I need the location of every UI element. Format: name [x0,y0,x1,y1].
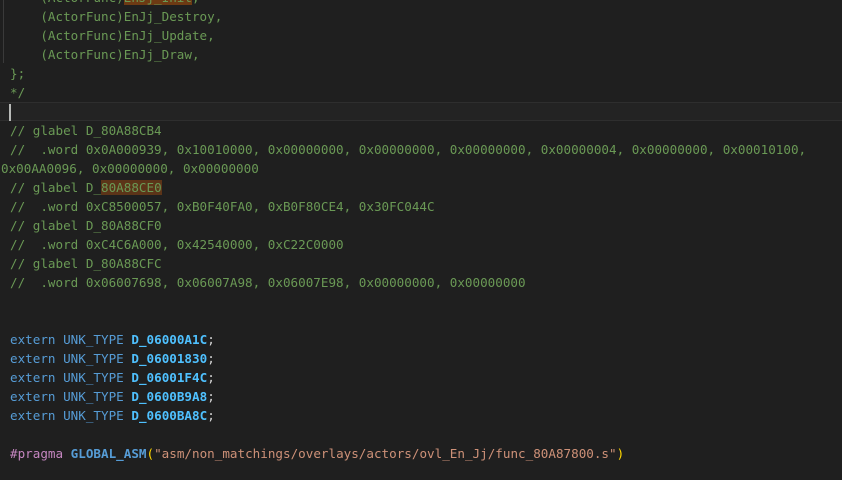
code-line[interactable]: #pragma GLOBAL_ASM("asm/non_matchings/ov… [0,444,842,463]
comment-code: , [192,0,200,5]
code-line[interactable] [0,425,842,444]
code-line[interactable]: // glabel D_80A88CF0 [0,216,842,235]
keyword-extern: extern [10,332,56,347]
punctuation: ; [207,370,215,385]
whitespace [56,351,64,366]
code-editor[interactable]: (ActorFunc)EnJj_Init, (ActorFunc)EnJj_De… [0,0,842,480]
punctuation: ; [207,408,215,423]
punctuation: ; [207,351,215,366]
string-asm-path: "asm/non_matchings/overlays/actors/ovl_E… [154,446,617,461]
current-line[interactable] [0,102,842,121]
block-comment-end: */ [10,85,25,100]
code-line[interactable]: (ActorFunc)EnJj_Init, [0,0,842,7]
code-line[interactable]: */ [0,83,842,102]
comment-code: (ActorFunc)EnJj_Draw, [10,47,200,62]
code-line[interactable]: (ActorFunc)EnJj_Destroy, [0,7,842,26]
code-line[interactable]: // .word 0x06007698, 0x06007A98, 0x06007… [0,273,842,292]
comment-word-data: // .word 0x06007698, 0x06007A98, 0x06007… [10,275,526,290]
open-paren: ( [147,446,155,461]
global-variable: D_0600B9A8 [131,389,207,404]
code-line[interactable]: // .word 0x0A000939, 0x10010000, 0x00000… [0,140,842,159]
close-paren: ) [617,446,625,461]
comment-word-data-wrapped: 0x00AA0096, 0x00000000, 0x00000000 [1,161,259,176]
comment-word-data: // .word 0xC8500057, 0xB0F40FA0, 0xB0F80… [10,199,435,214]
code-line[interactable]: // .word 0xC8500057, 0xB0F40FA0, 0xB0F80… [0,197,842,216]
global-variable: D_06001F4C [131,370,207,385]
code-line[interactable] [0,463,842,480]
find-match-highlight: EnJj_Init [124,0,192,5]
whitespace [63,446,71,461]
whitespace [56,389,64,404]
code-line[interactable]: extern UNK_TYPE D_06001830; [0,349,842,368]
global-variable: D_06000A1C [131,332,207,347]
code-line[interactable]: }; [0,64,842,83]
type-unk-type: UNK_TYPE [63,408,124,423]
code-line[interactable]: // glabel D_80A88CE0 [0,178,842,197]
comment-glabel: // glabel D_80A88CF0 [10,218,162,233]
keyword-extern: extern [10,408,56,423]
code-line[interactable]: (ActorFunc)EnJj_Draw, [0,45,842,64]
type-unk-type: UNK_TYPE [63,332,124,347]
comment-code: }; [10,66,25,81]
code-line[interactable]: extern UNK_TYPE D_06001F4C; [0,368,842,387]
whitespace [56,332,64,347]
punctuation: ; [207,389,215,404]
code-line[interactable]: // .word 0xC4C6A000, 0x42540000, 0xC22C0… [0,235,842,254]
comment-glabel: // glabel D_ [10,180,101,195]
code-line[interactable]: extern UNK_TYPE D_0600B9A8; [0,387,842,406]
find-match-highlight: 80A88CE0 [101,180,162,195]
comment-word-data: // .word 0x0A000939, 0x10010000, 0x00000… [10,142,806,157]
comment-word-data: // .word 0xC4C6A000, 0x42540000, 0xC22C0… [10,237,344,252]
comment-glabel: // glabel D_80A88CFC [10,256,162,271]
type-unk-type: UNK_TYPE [63,389,124,404]
keyword-extern: extern [10,389,56,404]
keyword-extern: extern [10,351,56,366]
text-cursor [9,104,11,121]
type-unk-type: UNK_TYPE [63,351,124,366]
macro-global-asm: GLOBAL_ASM [71,446,147,461]
code-line[interactable]: extern UNK_TYPE D_0600BA8C; [0,406,842,425]
whitespace [56,408,64,423]
pragma-directive: #pragma [10,446,63,461]
global-variable: D_06001830 [131,351,207,366]
type-unk-type: UNK_TYPE [63,370,124,385]
comment-code: (ActorFunc)EnJj_Destroy, [10,9,222,24]
comment-glabel: // glabel D_80A88CB4 [10,123,162,138]
punctuation: ; [207,332,215,347]
keyword-extern: extern [10,370,56,385]
code-content: (ActorFunc)EnJj_Init, (ActorFunc)EnJj_De… [0,0,842,480]
whitespace [56,370,64,385]
comment-code: (ActorFunc) [10,0,124,5]
code-line[interactable]: 0x00AA0096, 0x00000000, 0x00000000 [0,159,842,178]
code-line[interactable]: // glabel D_80A88CFC [0,254,842,273]
code-line[interactable]: (ActorFunc)EnJj_Update, [0,26,842,45]
code-line[interactable]: // glabel D_80A88CB4 [0,121,842,140]
code-line[interactable] [0,292,842,311]
code-line[interactable] [0,311,842,330]
global-variable: D_0600BA8C [131,408,207,423]
comment-code: (ActorFunc)EnJj_Update, [10,28,215,43]
code-line[interactable]: extern UNK_TYPE D_06000A1C; [0,330,842,349]
